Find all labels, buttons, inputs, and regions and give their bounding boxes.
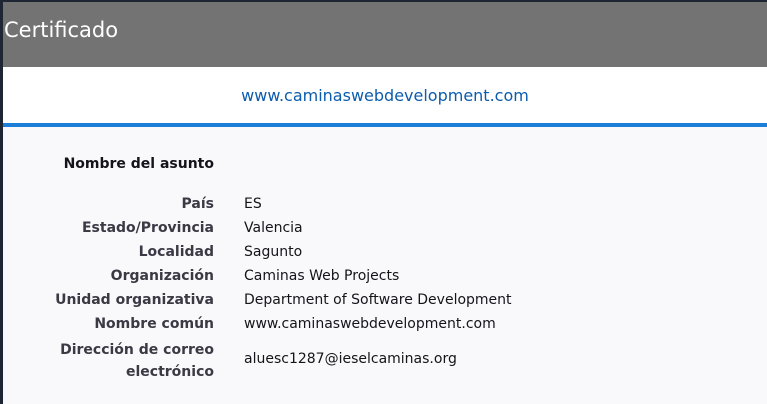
field-label-country: País [181,196,214,212]
field-label-organizational-unit: Unidad organizativa [55,292,214,308]
certificate-details: Nombre del asunto País ES Estado/Provinc… [3,127,767,380]
section-heading-subject-name: Nombre del asunto [63,156,214,172]
tab-certificate-domain[interactable]: www.caminaswebdevelopment.com [241,86,529,105]
field-label-organization: Organización [110,268,214,284]
window-title: Certificado [4,18,119,42]
field-label-email: Dirección de correo electrónico [60,342,214,380]
certificate-tab-strip: www.caminaswebdevelopment.com [3,67,767,127]
field-value-state: Valencia [244,220,303,236]
field-value-email: aluesc1287@ieselcaminas.org [244,351,457,367]
title-bar: Certificado [3,2,767,67]
field-value-organizational-unit: Department of Software Development [244,292,512,308]
field-value-locality: Sagunto [244,244,303,260]
field-value-organization: Caminas Web Projects [244,268,400,284]
field-value-country: ES [244,196,262,212]
field-value-common-name: www.caminaswebdevelopment.com [244,316,496,332]
field-label-state: Estado/Provincia [81,220,214,236]
field-label-common-name: Nombre común [94,316,214,332]
field-label-locality: Localidad [138,244,214,260]
certificate-window: Certificado www.caminaswebdevelopment.co… [3,2,767,404]
